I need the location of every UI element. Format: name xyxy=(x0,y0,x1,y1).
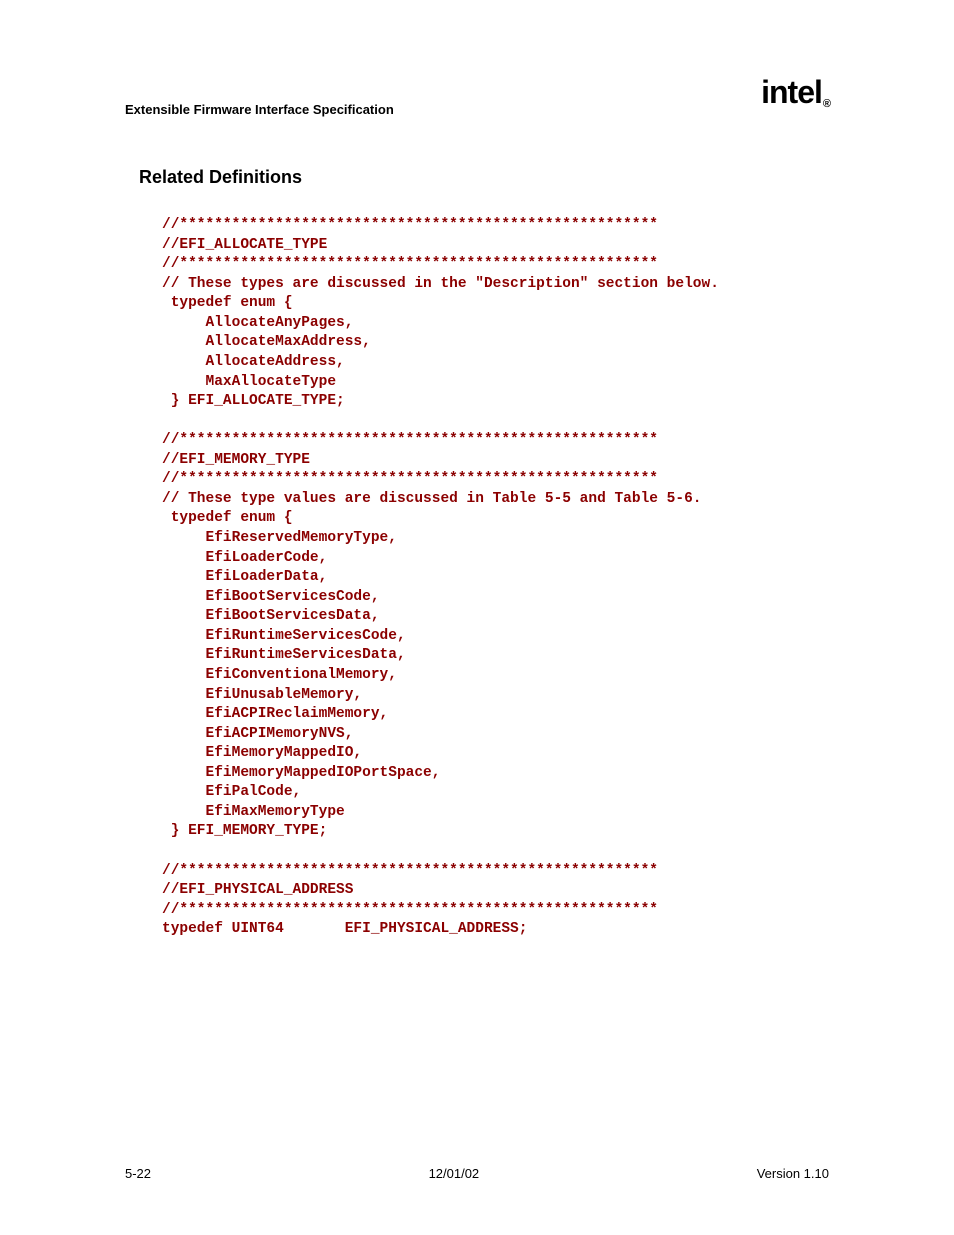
code-line: typedef UINT64 EFI_PHYSICAL_ADDRESS; xyxy=(162,921,527,937)
code-line: EfiBootServicesData, xyxy=(162,608,380,624)
code-line: //**************************************… xyxy=(162,217,658,233)
code-line: //**************************************… xyxy=(162,902,658,918)
code-line: //**************************************… xyxy=(162,256,658,272)
code-line: typedef enum { xyxy=(162,510,293,526)
code-line: EfiPalCode, xyxy=(162,784,301,800)
code-line: //EFI_ALLOCATE_TYPE xyxy=(162,237,327,253)
code-line: EfiMaxMemoryType xyxy=(162,804,345,820)
code-line: EfiACPIMemoryNVS, xyxy=(162,726,353,742)
code-line: EfiLoaderCode, xyxy=(162,550,327,566)
intel-logo: intel® xyxy=(761,74,829,111)
code-line: //EFI_MEMORY_TYPE xyxy=(162,452,310,468)
header-title: Extensible Firmware Interface Specificat… xyxy=(125,102,394,117)
code-block: //**************************************… xyxy=(162,216,829,940)
page-header: Extensible Firmware Interface Specificat… xyxy=(125,80,829,117)
footer-date: 12/01/02 xyxy=(429,1166,480,1181)
footer-page-number: 5-22 xyxy=(125,1166,151,1181)
code-line: } EFI_ALLOCATE_TYPE; xyxy=(162,393,345,409)
code-line: //**************************************… xyxy=(162,471,658,487)
code-line: EfiMemoryMappedIO, xyxy=(162,745,362,761)
code-line: EfiMemoryMappedIOPortSpace, xyxy=(162,765,440,781)
page-footer: 5-22 12/01/02 Version 1.10 xyxy=(125,1166,829,1181)
code-line: EfiRuntimeServicesCode, xyxy=(162,628,406,644)
code-line: EfiBootServicesCode, xyxy=(162,589,380,605)
code-line: //EFI_PHYSICAL_ADDRESS xyxy=(162,882,353,898)
code-line: typedef enum { xyxy=(162,295,293,311)
code-line: // These types are discussed in the "Des… xyxy=(162,276,719,292)
code-line: EfiRuntimeServicesData, xyxy=(162,647,406,663)
section-heading: Related Definitions xyxy=(139,167,829,188)
code-line: EfiACPIReclaimMemory, xyxy=(162,706,388,722)
code-line: //**************************************… xyxy=(162,863,658,879)
code-line: } EFI_MEMORY_TYPE; xyxy=(162,823,327,839)
code-line: EfiLoaderData, xyxy=(162,569,327,585)
code-line: //**************************************… xyxy=(162,432,658,448)
code-line: EfiUnusableMemory, xyxy=(162,687,362,703)
code-line: EfiReservedMemoryType, xyxy=(162,530,397,546)
code-line: AllocateAnyPages, xyxy=(162,315,353,331)
footer-version: Version 1.10 xyxy=(757,1166,829,1181)
code-line: AllocateAddress, xyxy=(162,354,345,370)
code-line: // These type values are discussed in Ta… xyxy=(162,491,702,507)
code-line: EfiConventionalMemory, xyxy=(162,667,397,683)
code-line: MaxAllocateType xyxy=(162,374,336,390)
code-line: AllocateMaxAddress, xyxy=(162,334,371,350)
